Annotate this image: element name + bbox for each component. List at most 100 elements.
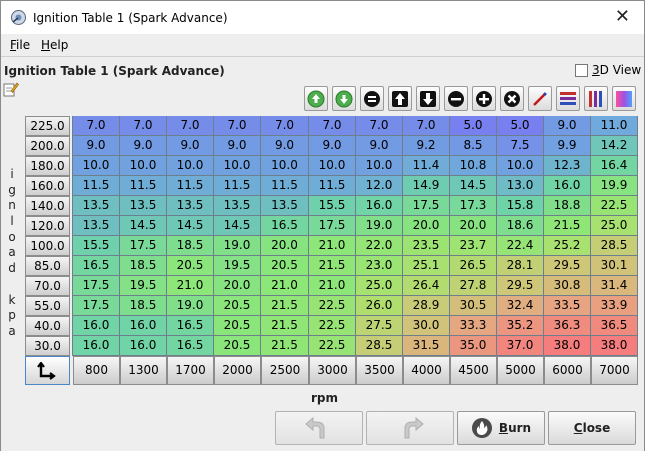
- table-cell[interactable]: 20.5: [261, 256, 309, 276]
- table-cell[interactable]: 9.0: [214, 136, 261, 156]
- table-cell[interactable]: 25.2: [544, 236, 591, 256]
- table-cell[interactable]: 14.2: [591, 136, 638, 156]
- table-cell[interactable]: 16.0: [73, 336, 120, 356]
- table-cell[interactable]: 19.5: [214, 256, 261, 276]
- table-cell[interactable]: 18.6: [497, 216, 544, 236]
- decrement-button[interactable]: [416, 86, 440, 111]
- table-cell[interactable]: 20.5: [214, 296, 261, 316]
- table-cell[interactable]: 38.0: [591, 336, 638, 356]
- menu-help[interactable]: Help: [41, 38, 68, 52]
- swap-axes-button[interactable]: [25, 356, 70, 385]
- table-cell[interactable]: 19.0: [356, 216, 403, 236]
- table-cell[interactable]: 16.0: [120, 316, 167, 336]
- table-cell[interactable]: 16.0: [73, 316, 120, 336]
- table-cell[interactable]: 23.0: [356, 256, 403, 276]
- table-cell[interactable]: 12.3: [544, 156, 591, 176]
- table-cell[interactable]: 11.5: [73, 176, 120, 196]
- table-cell[interactable]: 28.1: [497, 256, 544, 276]
- table-cell[interactable]: 18.5: [120, 296, 167, 316]
- table-cell[interactable]: 17.5: [73, 296, 120, 316]
- table-cell[interactable]: 29.5: [544, 256, 591, 276]
- increment-button[interactable]: [388, 86, 412, 111]
- table-cell[interactable]: 8.5: [450, 136, 497, 156]
- table-cell[interactable]: 18.5: [120, 256, 167, 276]
- table-cell[interactable]: 15.8: [497, 196, 544, 216]
- table-cell[interactable]: 21.5: [309, 256, 356, 276]
- table-cell[interactable]: 21.0: [309, 276, 356, 296]
- subtract-button[interactable]: [444, 86, 468, 111]
- close-window-icon[interactable]: ✕: [615, 7, 630, 27]
- table-cell[interactable]: 21.0: [309, 236, 356, 256]
- 3d-view-checkbox[interactable]: [575, 64, 588, 77]
- table-cell[interactable]: 10.8: [450, 156, 497, 176]
- table-cell[interactable]: 17.5: [403, 196, 450, 216]
- table-cell[interactable]: 17.5: [309, 216, 356, 236]
- table-cell[interactable]: 10.0: [167, 156, 214, 176]
- table-cell[interactable]: 14.5: [450, 176, 497, 196]
- add-button[interactable]: [472, 86, 496, 111]
- table-cell[interactable]: 27.5: [356, 316, 403, 336]
- table-cell[interactable]: 13.5: [214, 196, 261, 216]
- table-cell[interactable]: 20.0: [450, 216, 497, 236]
- table-cell[interactable]: 36.3: [544, 316, 591, 336]
- table-cell[interactable]: 35.2: [497, 316, 544, 336]
- table-cell[interactable]: 33.9: [591, 296, 638, 316]
- close-button[interactable]: Close: [548, 411, 636, 445]
- table-cell[interactable]: 9.0: [356, 136, 403, 156]
- table-cell[interactable]: 25.1: [403, 256, 450, 276]
- color-gradient-button[interactable]: [612, 86, 636, 111]
- table-cell[interactable]: 17.5: [120, 236, 167, 256]
- table-cell[interactable]: 10.0: [356, 156, 403, 176]
- table-cell[interactable]: 20.0: [403, 216, 450, 236]
- table-cell[interactable]: 11.4: [403, 156, 450, 176]
- table-cell[interactable]: 16.5: [73, 256, 120, 276]
- undo-button[interactable]: [275, 411, 363, 445]
- table-cell[interactable]: 28.9: [403, 296, 450, 316]
- table-cell[interactable]: 20.0: [261, 236, 309, 256]
- table-cell[interactable]: 10.0: [73, 156, 120, 176]
- table-cell[interactable]: 9.0: [309, 136, 356, 156]
- table-cell[interactable]: 22.5: [591, 196, 638, 216]
- table-cell[interactable]: 9.0: [120, 136, 167, 156]
- table-cell[interactable]: 15.5: [73, 236, 120, 256]
- table-cell[interactable]: 33.5: [544, 296, 591, 316]
- table-cell[interactable]: 30.8: [544, 276, 591, 296]
- table-cell[interactable]: 31.5: [403, 336, 450, 356]
- table-cell[interactable]: 17.5: [73, 276, 120, 296]
- table-cell[interactable]: 7.0: [309, 116, 356, 136]
- table-cell[interactable]: 10.0: [497, 156, 544, 176]
- table-cell[interactable]: 11.5: [261, 176, 309, 196]
- table-cell[interactable]: 26.4: [403, 276, 450, 296]
- smooth-columns-button[interactable]: [584, 86, 608, 111]
- table-cell[interactable]: 11.5: [214, 176, 261, 196]
- table-cell[interactable]: 5.0: [497, 116, 544, 136]
- table-cell[interactable]: 20.5: [214, 316, 261, 336]
- 3d-view-label[interactable]: 3D View: [592, 63, 641, 77]
- table-cell[interactable]: 13.5: [167, 196, 214, 216]
- table-cell[interactable]: 14.5: [120, 216, 167, 236]
- edit-note-icon[interactable]: [3, 81, 19, 97]
- table-cell[interactable]: 15.5: [309, 196, 356, 216]
- table-cell[interactable]: 11.5: [167, 176, 214, 196]
- table-cell[interactable]: 29.5: [497, 276, 544, 296]
- table-cell[interactable]: 16.5: [261, 216, 309, 236]
- table-cell[interactable]: 26.5: [450, 256, 497, 276]
- table-cell[interactable]: 25.0: [591, 216, 638, 236]
- table-cell[interactable]: 22.4: [497, 236, 544, 256]
- table-cell[interactable]: 18.5: [167, 236, 214, 256]
- scroll-up-button[interactable]: [304, 86, 328, 111]
- table-cell[interactable]: 7.0: [214, 116, 261, 136]
- table-cell[interactable]: 31.4: [591, 276, 638, 296]
- table-cell[interactable]: 36.5: [591, 316, 638, 336]
- table-cell[interactable]: 11.5: [309, 176, 356, 196]
- table-cell[interactable]: 7.0: [120, 116, 167, 136]
- table-cell[interactable]: 22.5: [309, 336, 356, 356]
- table-cell[interactable]: 10.0: [309, 156, 356, 176]
- table-cell[interactable]: 19.0: [214, 236, 261, 256]
- table-cell[interactable]: 28.5: [591, 236, 638, 256]
- table-cell[interactable]: 9.0: [261, 136, 309, 156]
- menu-file[interactable]: File: [10, 38, 30, 52]
- table-cell[interactable]: 38.0: [544, 336, 591, 356]
- table-cell[interactable]: 28.5: [356, 336, 403, 356]
- table-cell[interactable]: 7.5: [497, 136, 544, 156]
